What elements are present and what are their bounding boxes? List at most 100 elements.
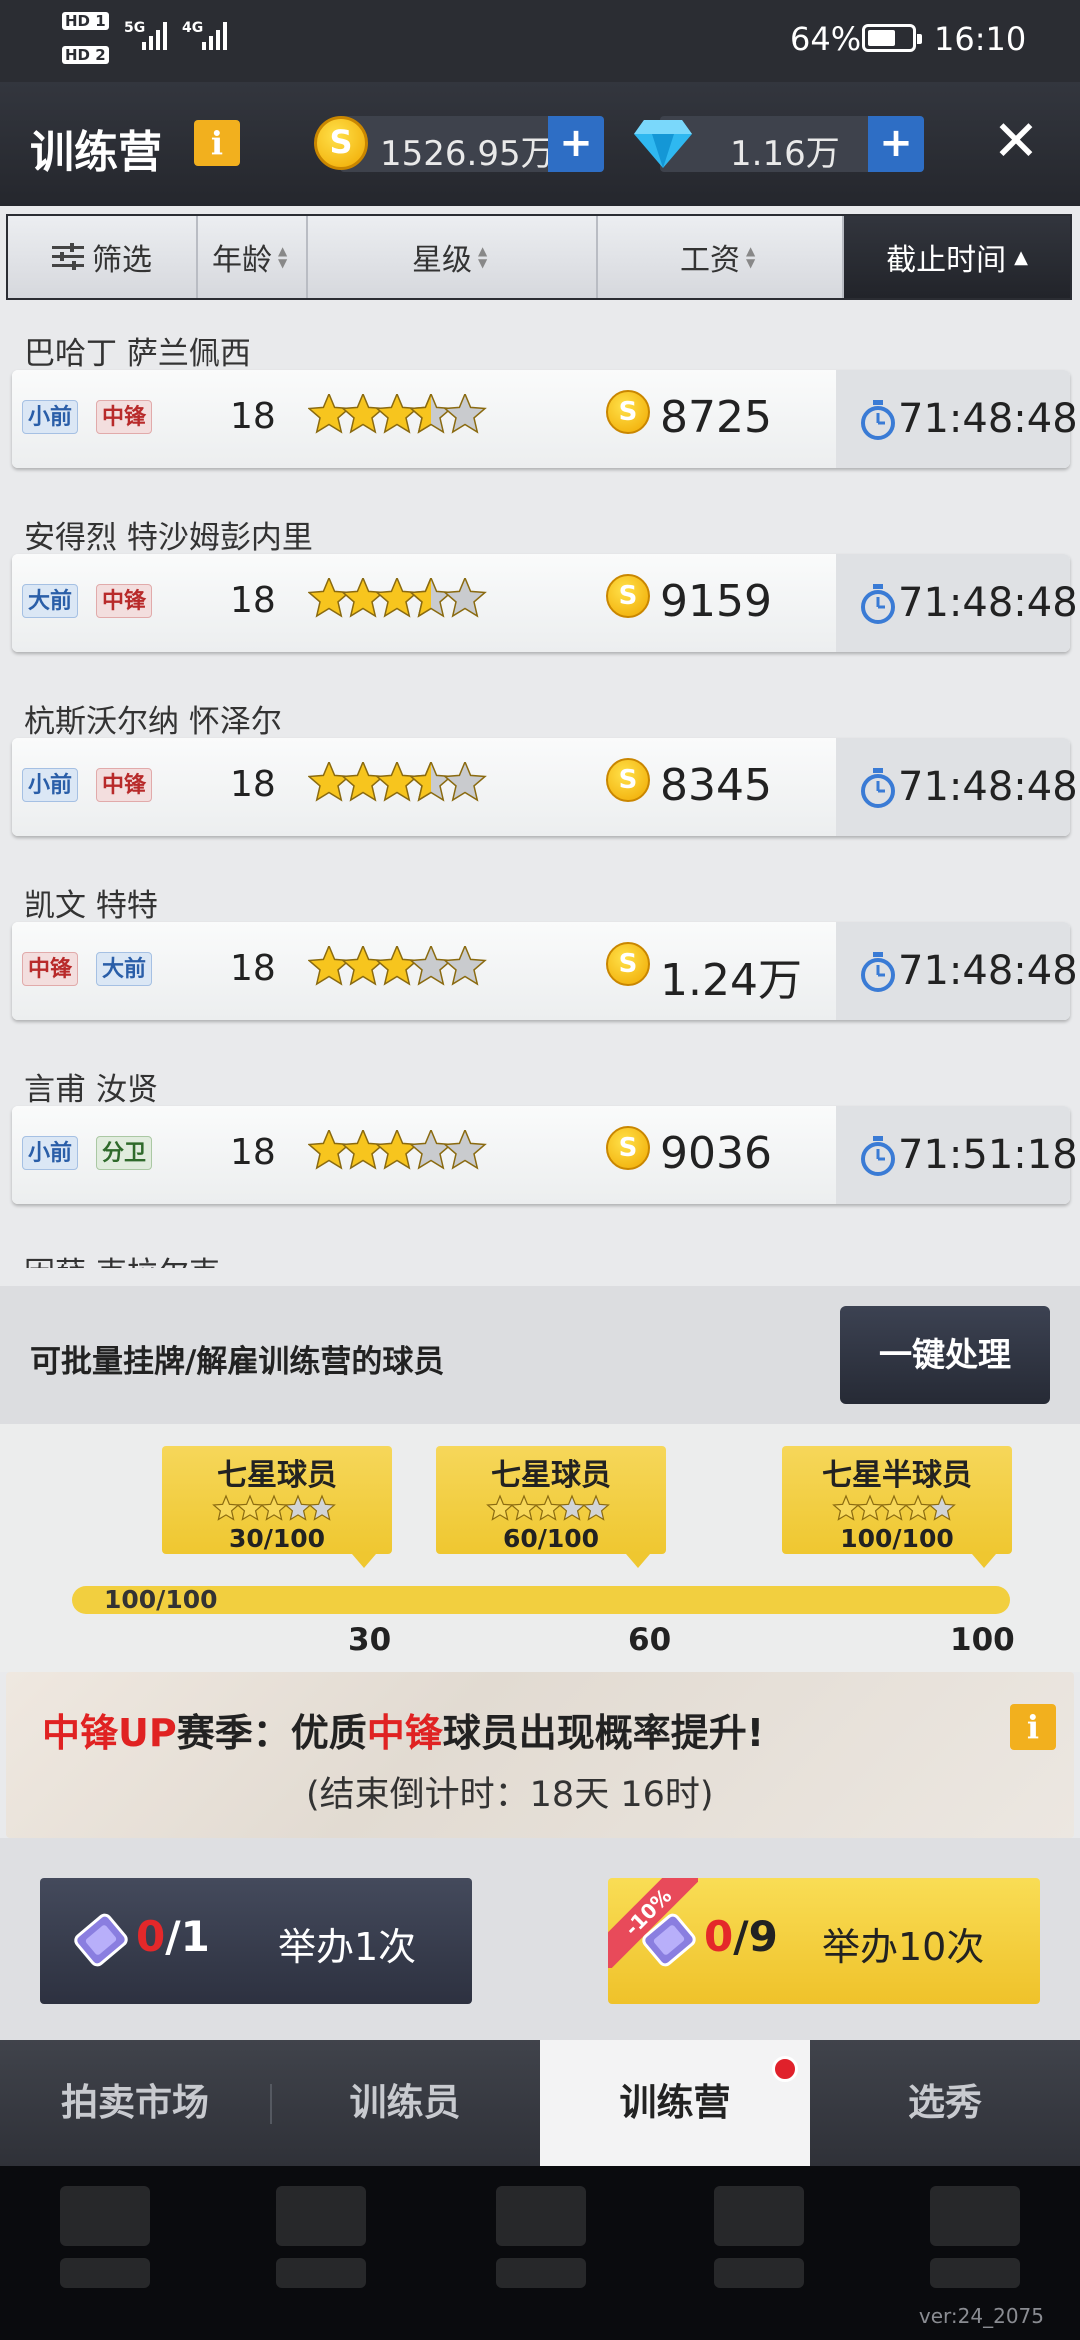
player-card[interactable]: 凯文 特特 中锋 大前 18 S 1.24万 71:48:48 (12, 870, 1078, 1030)
add-gems-button[interactable]: + (868, 116, 924, 172)
player-card[interactable]: 杭斯沃尔纳 怀泽尔 小前 中锋 18 S 8345 71:48:48 (12, 686, 1078, 846)
star-rating-icon (308, 762, 487, 802)
tab-auction-market[interactable]: 拍卖市场 (0, 2040, 270, 2166)
star-rating-icon (308, 578, 487, 618)
player-row[interactable]: 中锋 大前 18 S 1.24万 71:48:48 (12, 922, 1078, 1020)
milestone-mark: 100 (950, 1622, 1015, 1658)
player-age: 18 (230, 764, 276, 805)
batch-hint: 可批量挂牌/解雇训练营的球员 (30, 1344, 445, 1380)
hold-once-label: 举办1次 (278, 1925, 417, 1969)
signal-1-icon (142, 22, 167, 50)
season-text: 赛季：优质 (176, 1711, 367, 1755)
coin-icon: S (606, 758, 650, 802)
player-deadline: 71:48:48 (898, 948, 1078, 994)
player-name: 凯文 特特 (24, 888, 158, 924)
tab-training-camp[interactable]: 训练营 (540, 2040, 810, 2166)
player-name: 因薛 克拉尔克 (24, 1248, 220, 1268)
season-text: 球员出现概率提升! (442, 1711, 765, 1755)
milestone-title: 七星半球员 (822, 1458, 972, 1493)
hold-once-button[interactable]: 0/1 举办1次 (40, 1878, 472, 2004)
sort-arrows-icon: ▲ ▼ (478, 244, 488, 270)
player-name: 杭斯沃尔纳 怀泽尔 (24, 704, 282, 740)
page-title: 训练营 (30, 127, 162, 178)
batch-bar: 可批量挂牌/解雇训练营的球员 一键处理 (0, 1286, 1080, 1424)
one-click-process-button[interactable]: 一键处理 (840, 1306, 1050, 1404)
version-label: ver:24_2075 (918, 2304, 1044, 2328)
sort-deadline-button[interactable]: 截止时间 ▲ (844, 216, 1070, 298)
sort-deadline-label: 截止时间 (886, 243, 1007, 278)
player-row[interactable]: 小前 中锋 18 S 8725 71:48:48 (12, 370, 1078, 468)
coin-icon: S (606, 574, 650, 618)
player-card[interactable]: 因薛 克拉尔克 (12, 1238, 1070, 1268)
season-highlight: 中锋 (366, 1711, 443, 1755)
position-tag: 小前 (22, 768, 79, 802)
ticket-icon (74, 1913, 128, 1967)
player-deadline: 71:48:48 (898, 580, 1078, 626)
bottom-tab-bar: 拍卖市场 训练员 训练营 选秀 (0, 2040, 1080, 2166)
position-tag: 小前 (22, 400, 79, 434)
status-bar: HD 1 HD 2 5G 4G 64% 16:10 (0, 0, 1080, 82)
position-tag: 分卫 (96, 1136, 153, 1170)
gem-amount: 1.16万 (730, 134, 840, 174)
coin-icon: S (606, 942, 650, 986)
battery-icon (862, 24, 922, 52)
diamond-icon (634, 120, 692, 168)
sort-age-button[interactable]: 年龄 ▲ ▼ (198, 216, 308, 298)
tab-trainers[interactable]: 训练员 (270, 2040, 540, 2166)
tab-draft[interactable]: 选秀 (810, 2040, 1080, 2166)
hold-ten-button[interactable]: -10% 0/9 举办10次 (608, 1878, 1040, 2004)
coin-balance: 1526.95万 + (340, 116, 604, 174)
season-info-icon[interactable]: i (1010, 1704, 1056, 1750)
player-row[interactable]: 小前 中锋 18 S 8345 71:48:48 (12, 738, 1078, 836)
filter-sliders-icon (52, 243, 84, 270)
player-age: 18 (230, 396, 276, 437)
player-wage: 9159 (660, 576, 772, 627)
milestone-title: 七星球员 (217, 1458, 337, 1493)
sort-ascending-icon: ▲ (1014, 246, 1028, 268)
add-coins-button[interactable]: + (548, 116, 604, 172)
milestone-card[interactable]: 七星球员 30/100 (162, 1446, 392, 1568)
filter-sort-bar: 筛选 年龄 ▲ ▼ 星级 ▲ ▼ 工资 ▲ ▼ 截止时间 ▲ (6, 214, 1072, 300)
player-card[interactable]: 巴哈丁 萨兰佩西 小前 中锋 18 S 8725 71:48:48 (12, 318, 1078, 478)
player-deadline: 71:48:48 (898, 764, 1078, 810)
milestone-count: 60/100 (502, 1524, 600, 1553)
coin-amount: 1526.95万 (380, 134, 555, 174)
attempt-count: 0/1 (136, 1912, 210, 1961)
close-button[interactable]: ✕ (990, 114, 1042, 170)
player-row[interactable]: 大前 中锋 18 S 9159 71:48:48 (12, 554, 1078, 652)
sort-salary-button[interactable]: 工资 ▲ ▼ (598, 216, 844, 298)
player-card[interactable]: 言甫 汝贤 小前 分卫 18 S 9036 71:51:18 (12, 1054, 1078, 1214)
player-wage: 1.24万 (660, 955, 802, 1006)
progress-label: 100/100 (104, 1585, 218, 1614)
milestone-stars-icon (782, 1494, 1012, 1524)
star-rating-icon (308, 946, 487, 986)
coin-icon: S (606, 390, 650, 434)
action-area: 0/1 举办1次 -10% 0/9 举办10次 (0, 1838, 1080, 2040)
info-icon[interactable]: i (194, 120, 240, 166)
season-countdown: (结束倒计时：18天 16时) (306, 1775, 714, 1815)
player-row[interactable]: 小前 分卫 18 S 9036 71:51:18 (12, 1106, 1078, 1204)
timer-icon (861, 400, 895, 440)
coin-icon: S (606, 1126, 650, 1170)
milestone-progress-bar: 100/100 (72, 1585, 1010, 1614)
timer-icon (861, 768, 895, 808)
milestone-mark: 30 (348, 1622, 392, 1658)
player-card[interactable]: 安得烈 特沙姆彭内里 大前 中锋 18 S 9159 71:48:48 (12, 502, 1078, 662)
sort-stars-button[interactable]: 星级 ▲ ▼ (308, 216, 598, 298)
coin-icon: S (314, 116, 368, 170)
player-deadline: 71:51:18 (898, 1132, 1078, 1178)
position-tag: 大前 (22, 584, 79, 618)
filter-button[interactable]: 筛选 (8, 216, 198, 298)
signal-2-icon (202, 22, 227, 50)
battery-percent: 64% (790, 20, 862, 58)
milestone-count: 30/100 (228, 1524, 326, 1553)
player-wage: 8725 (660, 392, 772, 443)
blurred-icon (60, 2186, 150, 2296)
timer-icon (861, 584, 895, 624)
milestone-card[interactable]: 七星球员 60/100 (436, 1446, 666, 1568)
player-age: 18 (230, 948, 276, 989)
player-name: 安得烈 特沙姆彭内里 (24, 520, 313, 556)
milestone-card[interactable]: 七星半球员 100/100 (782, 1446, 1012, 1568)
hold-ten-label: 举办10次 (822, 1925, 985, 1969)
notification-dot (772, 2056, 798, 2082)
